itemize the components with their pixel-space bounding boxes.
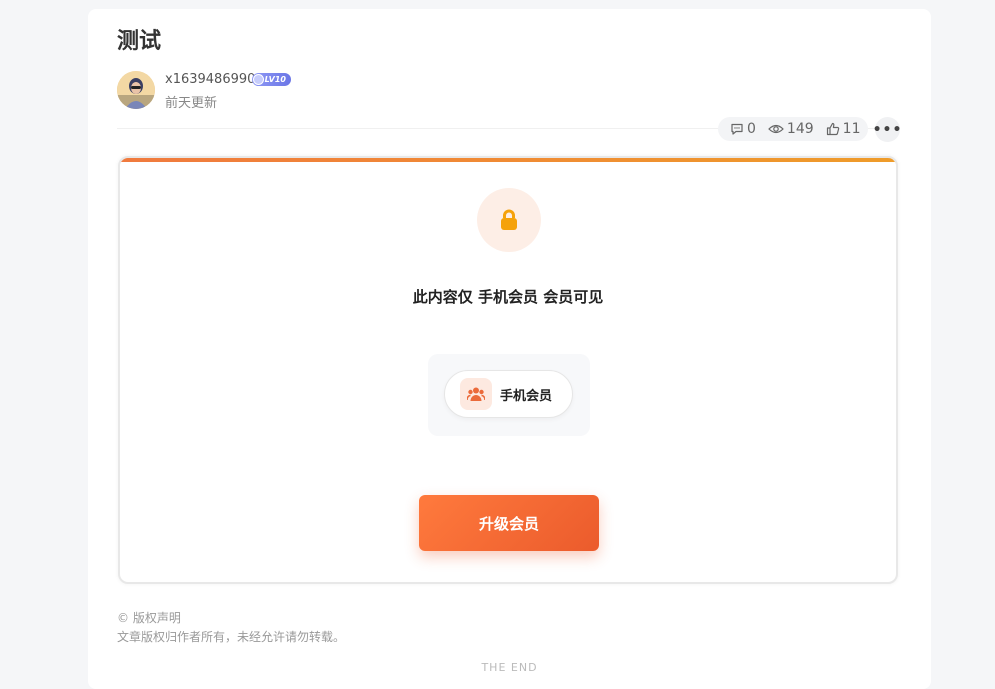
thumbs-up-icon — [826, 122, 839, 136]
lock-badge — [477, 188, 541, 252]
comment-icon — [731, 123, 743, 135]
like-count[interactable]: 11 — [826, 121, 861, 137]
level-badge-icon — [253, 74, 264, 85]
author-avatar[interactable] — [117, 71, 155, 109]
members-only-notice: 此内容仅 手机会员 会员可见 — [412, 288, 604, 306]
author-name[interactable]: x1639486990 — [165, 72, 255, 87]
member-role-chip[interactable]: 手机会员 — [444, 370, 573, 418]
post-title: 测试 — [117, 29, 162, 54]
level-badge: LV10 — [252, 73, 291, 86]
upgrade-membership-button[interactable]: 升级会员 — [419, 495, 599, 551]
the-end-label: THE END — [481, 661, 538, 674]
copyright-title: © 版权声明 — [117, 611, 181, 625]
avatar-image — [117, 71, 155, 109]
lock-icon — [501, 209, 517, 230]
member-role-panel: 手机会员 — [428, 354, 590, 436]
post-card: 测试 x1639486990 LV10 前天更新 0 149 11 ••• 此内… — [88, 9, 931, 689]
role-badge — [460, 378, 492, 410]
like-count-value: 11 — [842, 121, 861, 137]
locked-box-accent-bar — [120, 158, 896, 162]
eye-icon — [768, 124, 784, 134]
comment-count-value: 0 — [747, 121, 756, 137]
comment-count[interactable]: 0 — [730, 121, 756, 137]
level-badge-text: LV10 — [264, 75, 286, 84]
copyright-text: 文章版权归作者所有，未经允许请勿转载。 — [117, 630, 346, 644]
view-count: 149 — [768, 121, 814, 137]
locked-content-box: 此内容仅 手机会员 会员可见 手机会员 升级会员 — [118, 156, 898, 584]
view-count-value: 149 — [786, 121, 814, 137]
member-role-name: 手机会员 — [500, 388, 553, 404]
post-stats: 0 149 11 — [718, 117, 868, 141]
users-icon — [467, 387, 485, 401]
update-time: 前天更新 — [165, 96, 218, 111]
more-options-button[interactable]: ••• — [873, 117, 901, 142]
